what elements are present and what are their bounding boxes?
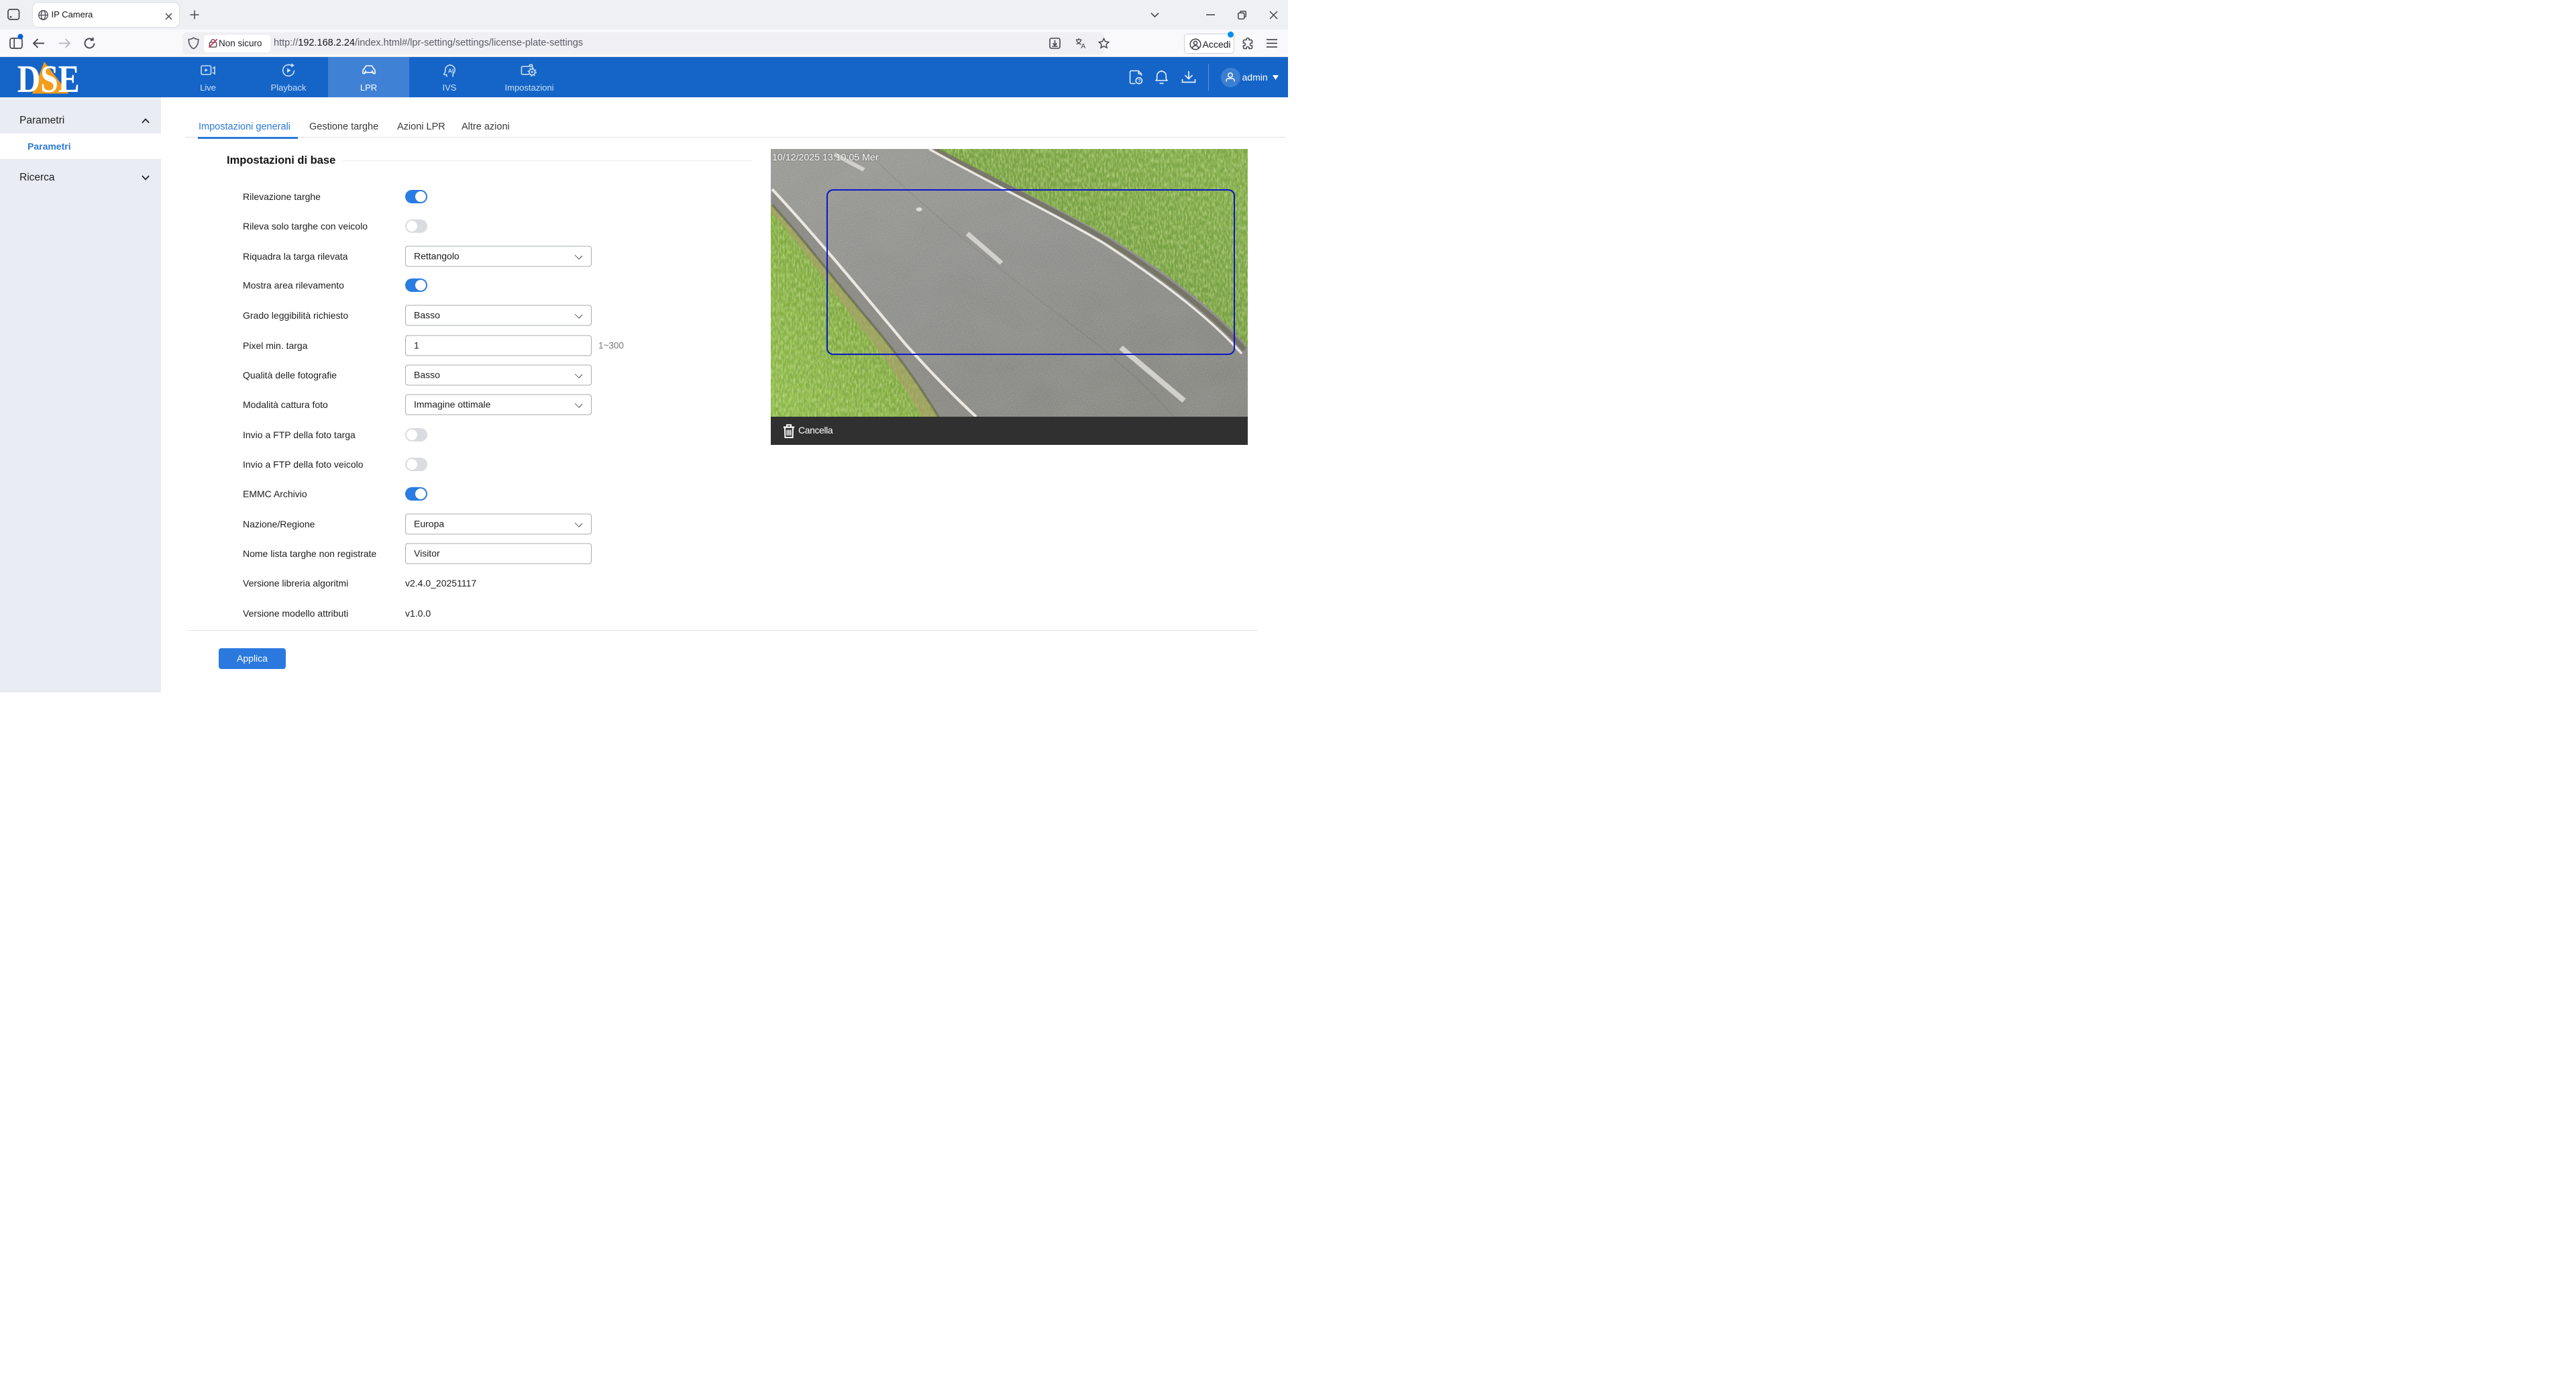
svg-text:AI: AI bbox=[448, 67, 454, 74]
svg-text:A: A bbox=[1081, 42, 1085, 49]
svg-text:?: ? bbox=[1138, 78, 1141, 85]
svg-text:DSE: DSE bbox=[17, 60, 80, 95]
